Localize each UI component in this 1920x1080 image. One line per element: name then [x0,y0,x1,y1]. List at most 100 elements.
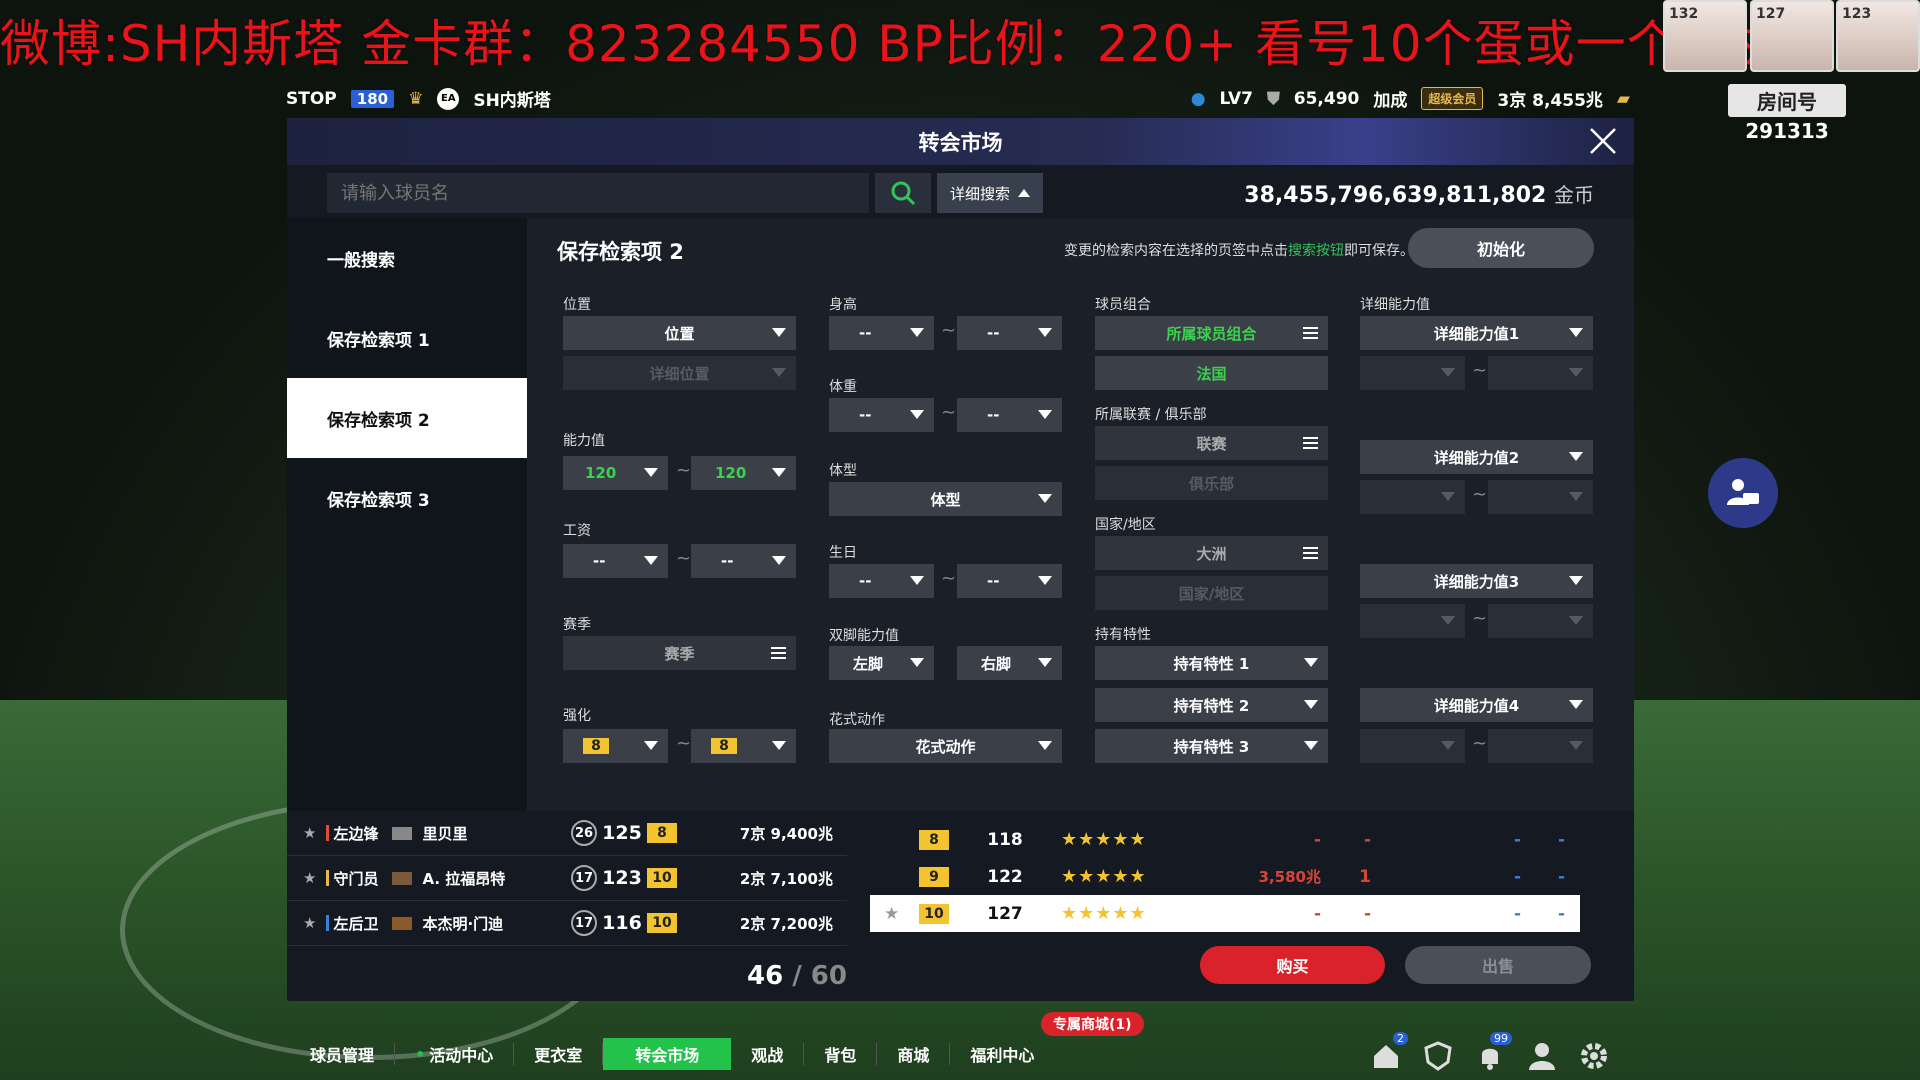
nav-transfer-market[interactable]: 转会市场 [603,1038,732,1070]
search-button[interactable] [875,173,931,213]
grade-price: 3,580兆 [1258,868,1321,886]
season-logo-icon [392,826,413,840]
shield-icon[interactable] [1422,1040,1454,1072]
dropdown-value: 持有特性 3 [1173,737,1250,756]
birthday-min-dropdown[interactable]: -- [829,564,934,598]
dropdown-value: -- [721,552,734,570]
panel-title: 保存检索项 2 [557,240,684,264]
nav-event-center[interactable]: • 活动中心 [395,1038,513,1070]
close-icon[interactable] [1586,124,1620,158]
skill-move-dropdown[interactable]: 花式动作 [829,729,1062,763]
detail-stat-2-min [1360,480,1465,514]
nav-spectate[interactable]: 观战 [731,1038,803,1070]
right-foot-dropdown[interactable]: 右脚 [957,646,1062,680]
season-dropdown[interactable]: 赛季 [563,636,796,670]
detail-stat-3-dropdown[interactable]: 详细能力值3 [1360,564,1593,598]
nation-dropdown: 国家/地区 [1095,576,1328,610]
favorite-star-icon[interactable]: ★ [303,914,316,932]
dropdown-value: 联赛 [1196,434,1227,453]
room-number: 291313 [1745,119,1829,143]
season-badge: 26 [571,820,597,846]
gear-icon[interactable] [1578,1040,1610,1072]
trait-1-dropdown[interactable]: 持有特性 1 [1095,646,1328,680]
birthday-max-dropdown[interactable]: -- [957,564,1062,598]
dropdown-value: 俱乐部 [1188,474,1234,493]
body-type-dropdown[interactable]: 体型 [829,482,1062,516]
nav-backpack[interactable]: 背包 [804,1038,876,1070]
chat-bubble-button[interactable] [1708,458,1778,528]
position-color-bar [326,825,330,841]
salary-max-dropdown[interactable]: -- [691,544,796,578]
weight-max-dropdown[interactable]: -- [957,398,1062,432]
detail-stat-1-dropdown[interactable]: 详细能力值1 [1360,316,1593,350]
grade-row-selected[interactable]: ★ 10 127 ★★★★★ - - - - [870,895,1580,932]
grade-extra-2: - [1557,903,1565,924]
list-icon [1303,547,1318,559]
player-card-thumb[interactable]: 132 [1663,0,1747,72]
dropdown-value: 右脚 [981,654,1012,673]
nav-player-management[interactable]: 球员管理 [290,1038,394,1070]
height-min-dropdown[interactable]: -- [829,316,934,350]
combo-dropdown[interactable]: 所属球员组合 [1095,316,1328,350]
home-icon[interactable]: 2 [1370,1032,1408,1072]
player-card-thumb[interactable]: 127 [1750,0,1834,72]
ability-max-dropdown[interactable]: 120 [691,456,796,490]
player-name: 里贝里 [422,824,468,843]
team-tag: STOP [286,88,337,109]
trait-3-dropdown[interactable]: 持有特性 3 [1095,729,1328,763]
user-chat-icon [1727,479,1759,505]
list-item[interactable]: ★ 左边锋 里贝里 26 125 8 7京 9,400兆 [287,811,847,856]
salary-min-dropdown[interactable]: -- [563,544,668,578]
reset-button[interactable]: 初始化 [1408,228,1594,268]
left-foot-dropdown[interactable]: 左脚 [829,646,934,680]
enhance-max-dropdown[interactable]: 8 [691,729,796,763]
caret-down-icon [1441,616,1455,625]
grade-row[interactable]: 8 118 ★★★★★ - - - - [850,821,1634,858]
menu-general-search[interactable]: 一般搜索 [287,218,527,298]
grade-badge: 8 [919,829,949,850]
level-icon: ● [1190,88,1206,109]
favorite-star-icon[interactable]: ★ [303,869,316,887]
nav-shop[interactable]: 商城 [877,1038,949,1070]
profile-icon[interactable] [1526,1040,1558,1072]
favorite-star-icon[interactable]: ★ [884,904,919,924]
list-item[interactable]: ★ 左后卫 本杰明·门迪 17 116 10 2京 7,200兆 [287,901,847,946]
range-tilde: ~ [941,402,957,423]
menu-saved-search-1[interactable]: 保存检索项 1 [287,298,527,378]
season-badge: 17 [571,865,597,891]
menu-saved-search-2[interactable]: 保存检索项 2 [287,378,527,458]
detail-stat-4-dropdown[interactable]: 详细能力值4 [1360,688,1593,722]
nav-welfare-center[interactable]: 福利中心 [950,1038,1054,1070]
caret-down-icon [772,468,786,477]
grade-row[interactable]: 9 122 ★★★★★ 3,580兆 1 - - [850,858,1634,895]
dropdown-value: 位置 [664,324,695,343]
enhance-min-dropdown[interactable]: 8 [563,729,668,763]
weight-min-dropdown[interactable]: -- [829,398,934,432]
league-dropdown[interactable]: 联赛 [1095,426,1328,460]
bp-coin-icon: ▰ [1616,88,1630,109]
player-card-thumb[interactable]: 123 [1836,0,1920,72]
caret-down-icon [1441,368,1455,377]
bell-icon[interactable]: 99 [1474,1032,1512,1072]
bell-badge: 99 [1490,1032,1512,1045]
player-search-input[interactable] [327,173,869,213]
ability-min-dropdown[interactable]: 120 [563,456,668,490]
continent-dropdown[interactable]: 大洲 [1095,536,1328,570]
counter-total: / 60 [792,961,847,991]
menu-saved-search-3[interactable]: 保存检索项 3 [287,458,527,538]
combo-selected[interactable]: 法国 [1095,356,1328,390]
dropdown-value: 国家/地区 [1178,584,1245,603]
height-max-dropdown[interactable]: -- [957,316,1062,350]
enhance-label: 强化 [563,708,591,724]
advanced-search-button[interactable]: 详细搜索 [937,173,1043,213]
detail-stat-2-dropdown[interactable]: 详细能力值2 [1360,440,1593,474]
trait-2-dropdown[interactable]: 持有特性 2 [1095,688,1328,722]
sell-button[interactable]: 出售 [1405,946,1591,984]
buy-button[interactable]: 购买 [1200,946,1385,984]
nav-locker-room[interactable]: 更衣室 [514,1038,602,1070]
list-item[interactable]: ★ 守门员 A. 拉福昂特 17 123 10 2京 7,100兆 [287,856,847,901]
favorite-star-icon[interactable]: ★ [303,824,316,842]
position-dropdown[interactable]: 位置 [563,316,796,350]
dropdown-value: 大洲 [1196,544,1227,563]
grade-ovr: 118 [987,829,1023,850]
